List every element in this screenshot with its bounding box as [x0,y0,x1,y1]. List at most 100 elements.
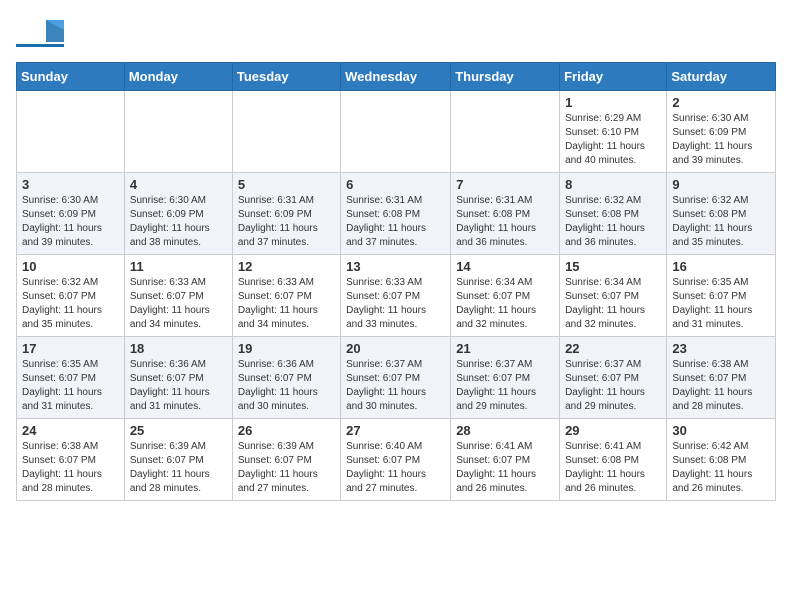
header-friday: Friday [560,63,667,91]
day-number: 12 [238,259,335,274]
day-number: 2 [672,95,770,110]
day-number: 17 [22,341,119,356]
calendar-cell: 12 Sunrise: 6:33 AM Sunset: 6:07 PM Dayli… [232,255,340,337]
calendar-cell [232,91,340,173]
calendar-cell: 6 Sunrise: 6:31 AM Sunset: 6:08 PM Daylig… [341,173,451,255]
day-number: 9 [672,177,770,192]
day-info: Sunrise: 6:31 AM Sunset: 6:09 PM Dayligh… [238,194,335,250]
day-info: Sunrise: 6:33 AM Sunset: 6:07 PM Dayligh… [130,276,227,332]
calendar-week-row: 1 Sunrise: 6:29 AM Sunset: 6:10 PM Daylig… [17,91,776,173]
calendar-cell: 26Sunrise: 6:39 AM Sunset: 6:07 PM Dayli… [232,419,340,501]
day-info: Sunrise: 6:37 AM Sunset: 6:07 PM Dayligh… [346,358,445,414]
day-info: Sunrise: 6:41 AM Sunset: 6:07 PM Dayligh… [456,440,554,496]
day-number: 1 [565,95,661,110]
calendar-cell: 8 Sunrise: 6:32 AM Sunset: 6:08 PM Daylig… [560,173,667,255]
day-number: 19 [238,341,335,356]
calendar-cell [124,91,232,173]
day-info: Sunrise: 6:30 AM Sunset: 6:09 PM Dayligh… [130,194,227,250]
day-info: Sunrise: 6:30 AM Sunset: 6:09 PM Dayligh… [22,194,119,250]
calendar-week-row: 17 Sunrise: 6:35 AM Sunset: 6:07 PM Dayli… [17,337,776,419]
day-number: 4 [130,177,227,192]
day-number: 21 [456,341,554,356]
day-number: 26 [238,423,335,438]
day-number: 29 [565,423,661,438]
day-info: Sunrise: 6:40 AM Sunset: 6:07 PM Dayligh… [346,440,445,496]
day-info: Sunrise: 6:29 AM Sunset: 6:10 PM Dayligh… [565,112,661,168]
calendar-cell: 28 Sunrise: 6:41 AM Sunset: 6:07 PM Dayli… [451,419,560,501]
calendar-cell: 10Sunrise: 6:32 AM Sunset: 6:07 PM Dayli… [17,255,125,337]
day-number: 7 [456,177,554,192]
calendar-cell: 18 Sunrise: 6:36 AM Sunset: 6:07 PM Dayli… [124,337,232,419]
calendar-cell: 23Sunrise: 6:38 AM Sunset: 6:07 PM Dayli… [667,337,776,419]
calendar-cell: 14 Sunrise: 6:34 AM Sunset: 6:07 PM Dayli… [451,255,560,337]
day-number: 27 [346,423,445,438]
calendar-cell: 5 Sunrise: 6:31 AM Sunset: 6:09 PM Daylig… [232,173,340,255]
day-info: Sunrise: 6:41 AM Sunset: 6:08 PM Dayligh… [565,440,661,496]
header-tuesday: Tuesday [232,63,340,91]
day-info: Sunrise: 6:38 AM Sunset: 6:07 PM Dayligh… [672,358,770,414]
calendar-cell: 24 Sunrise: 6:38 AM Sunset: 6:07 PM Dayli… [17,419,125,501]
calendar-cell: 11 Sunrise: 6:33 AM Sunset: 6:07 PM Dayli… [124,255,232,337]
day-info: Sunrise: 6:31 AM Sunset: 6:08 PM Dayligh… [456,194,554,250]
calendar-week-row: 3 Sunrise: 6:30 AM Sunset: 6:09 PM Daylig… [17,173,776,255]
day-number: 5 [238,177,335,192]
day-number: 22 [565,341,661,356]
day-info: Sunrise: 6:30 AM Sunset: 6:09 PM Dayligh… [672,112,770,168]
day-info: Sunrise: 6:37 AM Sunset: 6:07 PM Dayligh… [456,358,554,414]
calendar-cell: 17 Sunrise: 6:35 AM Sunset: 6:07 PM Dayli… [17,337,125,419]
day-number: 11 [130,259,227,274]
day-number: 25 [130,423,227,438]
calendar-cell: 19 Sunrise: 6:36 AM Sunset: 6:07 PM Dayli… [232,337,340,419]
day-info: Sunrise: 6:32 AM Sunset: 6:08 PM Dayligh… [672,194,770,250]
header-monday: Monday [124,63,232,91]
day-number: 8 [565,177,661,192]
day-info: Sunrise: 6:36 AM Sunset: 6:07 PM Dayligh… [130,358,227,414]
day-info: Sunrise: 6:34 AM Sunset: 6:07 PM Dayligh… [565,276,661,332]
day-number: 6 [346,177,445,192]
day-number: 3 [22,177,119,192]
calendar-cell: 3 Sunrise: 6:30 AM Sunset: 6:09 PM Daylig… [17,173,125,255]
calendar-cell: 20Sunrise: 6:37 AM Sunset: 6:07 PM Dayli… [341,337,451,419]
day-number: 18 [130,341,227,356]
day-number: 24 [22,423,119,438]
calendar-cell: 13 Sunrise: 6:33 AM Sunset: 6:07 PM Dayli… [341,255,451,337]
day-info: Sunrise: 6:36 AM Sunset: 6:07 PM Dayligh… [238,358,335,414]
calendar-cell: 2 Sunrise: 6:30 AM Sunset: 6:09 PM Daylig… [667,91,776,173]
calendar-header-row: SundayMondayTuesdayWednesdayThursdayFrid… [17,63,776,91]
day-info: Sunrise: 6:35 AM Sunset: 6:07 PM Dayligh… [672,276,770,332]
calendar-cell: 16Sunrise: 6:35 AM Sunset: 6:07 PM Dayli… [667,255,776,337]
calendar-cell: 21 Sunrise: 6:37 AM Sunset: 6:07 PM Dayli… [451,337,560,419]
day-info: Sunrise: 6:39 AM Sunset: 6:07 PM Dayligh… [130,440,227,496]
day-info: Sunrise: 6:31 AM Sunset: 6:08 PM Dayligh… [346,194,445,250]
calendar-cell: 4 Sunrise: 6:30 AM Sunset: 6:09 PM Daylig… [124,173,232,255]
day-number: 30 [672,423,770,438]
header-saturday: Saturday [667,63,776,91]
day-number: 14 [456,259,554,274]
calendar-cell [17,91,125,173]
calendar-cell: 7 Sunrise: 6:31 AM Sunset: 6:08 PM Daylig… [451,173,560,255]
day-info: Sunrise: 6:34 AM Sunset: 6:07 PM Dayligh… [456,276,554,332]
day-info: Sunrise: 6:35 AM Sunset: 6:07 PM Dayligh… [22,358,119,414]
day-info: Sunrise: 6:33 AM Sunset: 6:07 PM Dayligh… [346,276,445,332]
page-header [16,16,776,52]
day-number: 13 [346,259,445,274]
day-info: Sunrise: 6:33 AM Sunset: 6:07 PM Dayligh… [238,276,335,332]
calendar-cell: 15Sunrise: 6:34 AM Sunset: 6:07 PM Dayli… [560,255,667,337]
calendar-cell [451,91,560,173]
calendar-cell: 29 Sunrise: 6:41 AM Sunset: 6:08 PM Dayli… [560,419,667,501]
calendar-cell: 1 Sunrise: 6:29 AM Sunset: 6:10 PM Daylig… [560,91,667,173]
calendar-week-row: 10Sunrise: 6:32 AM Sunset: 6:07 PM Dayli… [17,255,776,337]
header-thursday: Thursday [451,63,560,91]
day-info: Sunrise: 6:37 AM Sunset: 6:07 PM Dayligh… [565,358,661,414]
logo [16,16,68,52]
header-sunday: Sunday [17,63,125,91]
calendar-week-row: 24 Sunrise: 6:38 AM Sunset: 6:07 PM Dayli… [17,419,776,501]
logo-icon [16,16,64,52]
day-number: 28 [456,423,554,438]
day-info: Sunrise: 6:32 AM Sunset: 6:08 PM Dayligh… [565,194,661,250]
calendar-table: SundayMondayTuesdayWednesdayThursdayFrid… [16,62,776,501]
calendar-cell [341,91,451,173]
calendar-cell: 25 Sunrise: 6:39 AM Sunset: 6:07 PM Dayli… [124,419,232,501]
day-info: Sunrise: 6:38 AM Sunset: 6:07 PM Dayligh… [22,440,119,496]
day-info: Sunrise: 6:42 AM Sunset: 6:08 PM Dayligh… [672,440,770,496]
